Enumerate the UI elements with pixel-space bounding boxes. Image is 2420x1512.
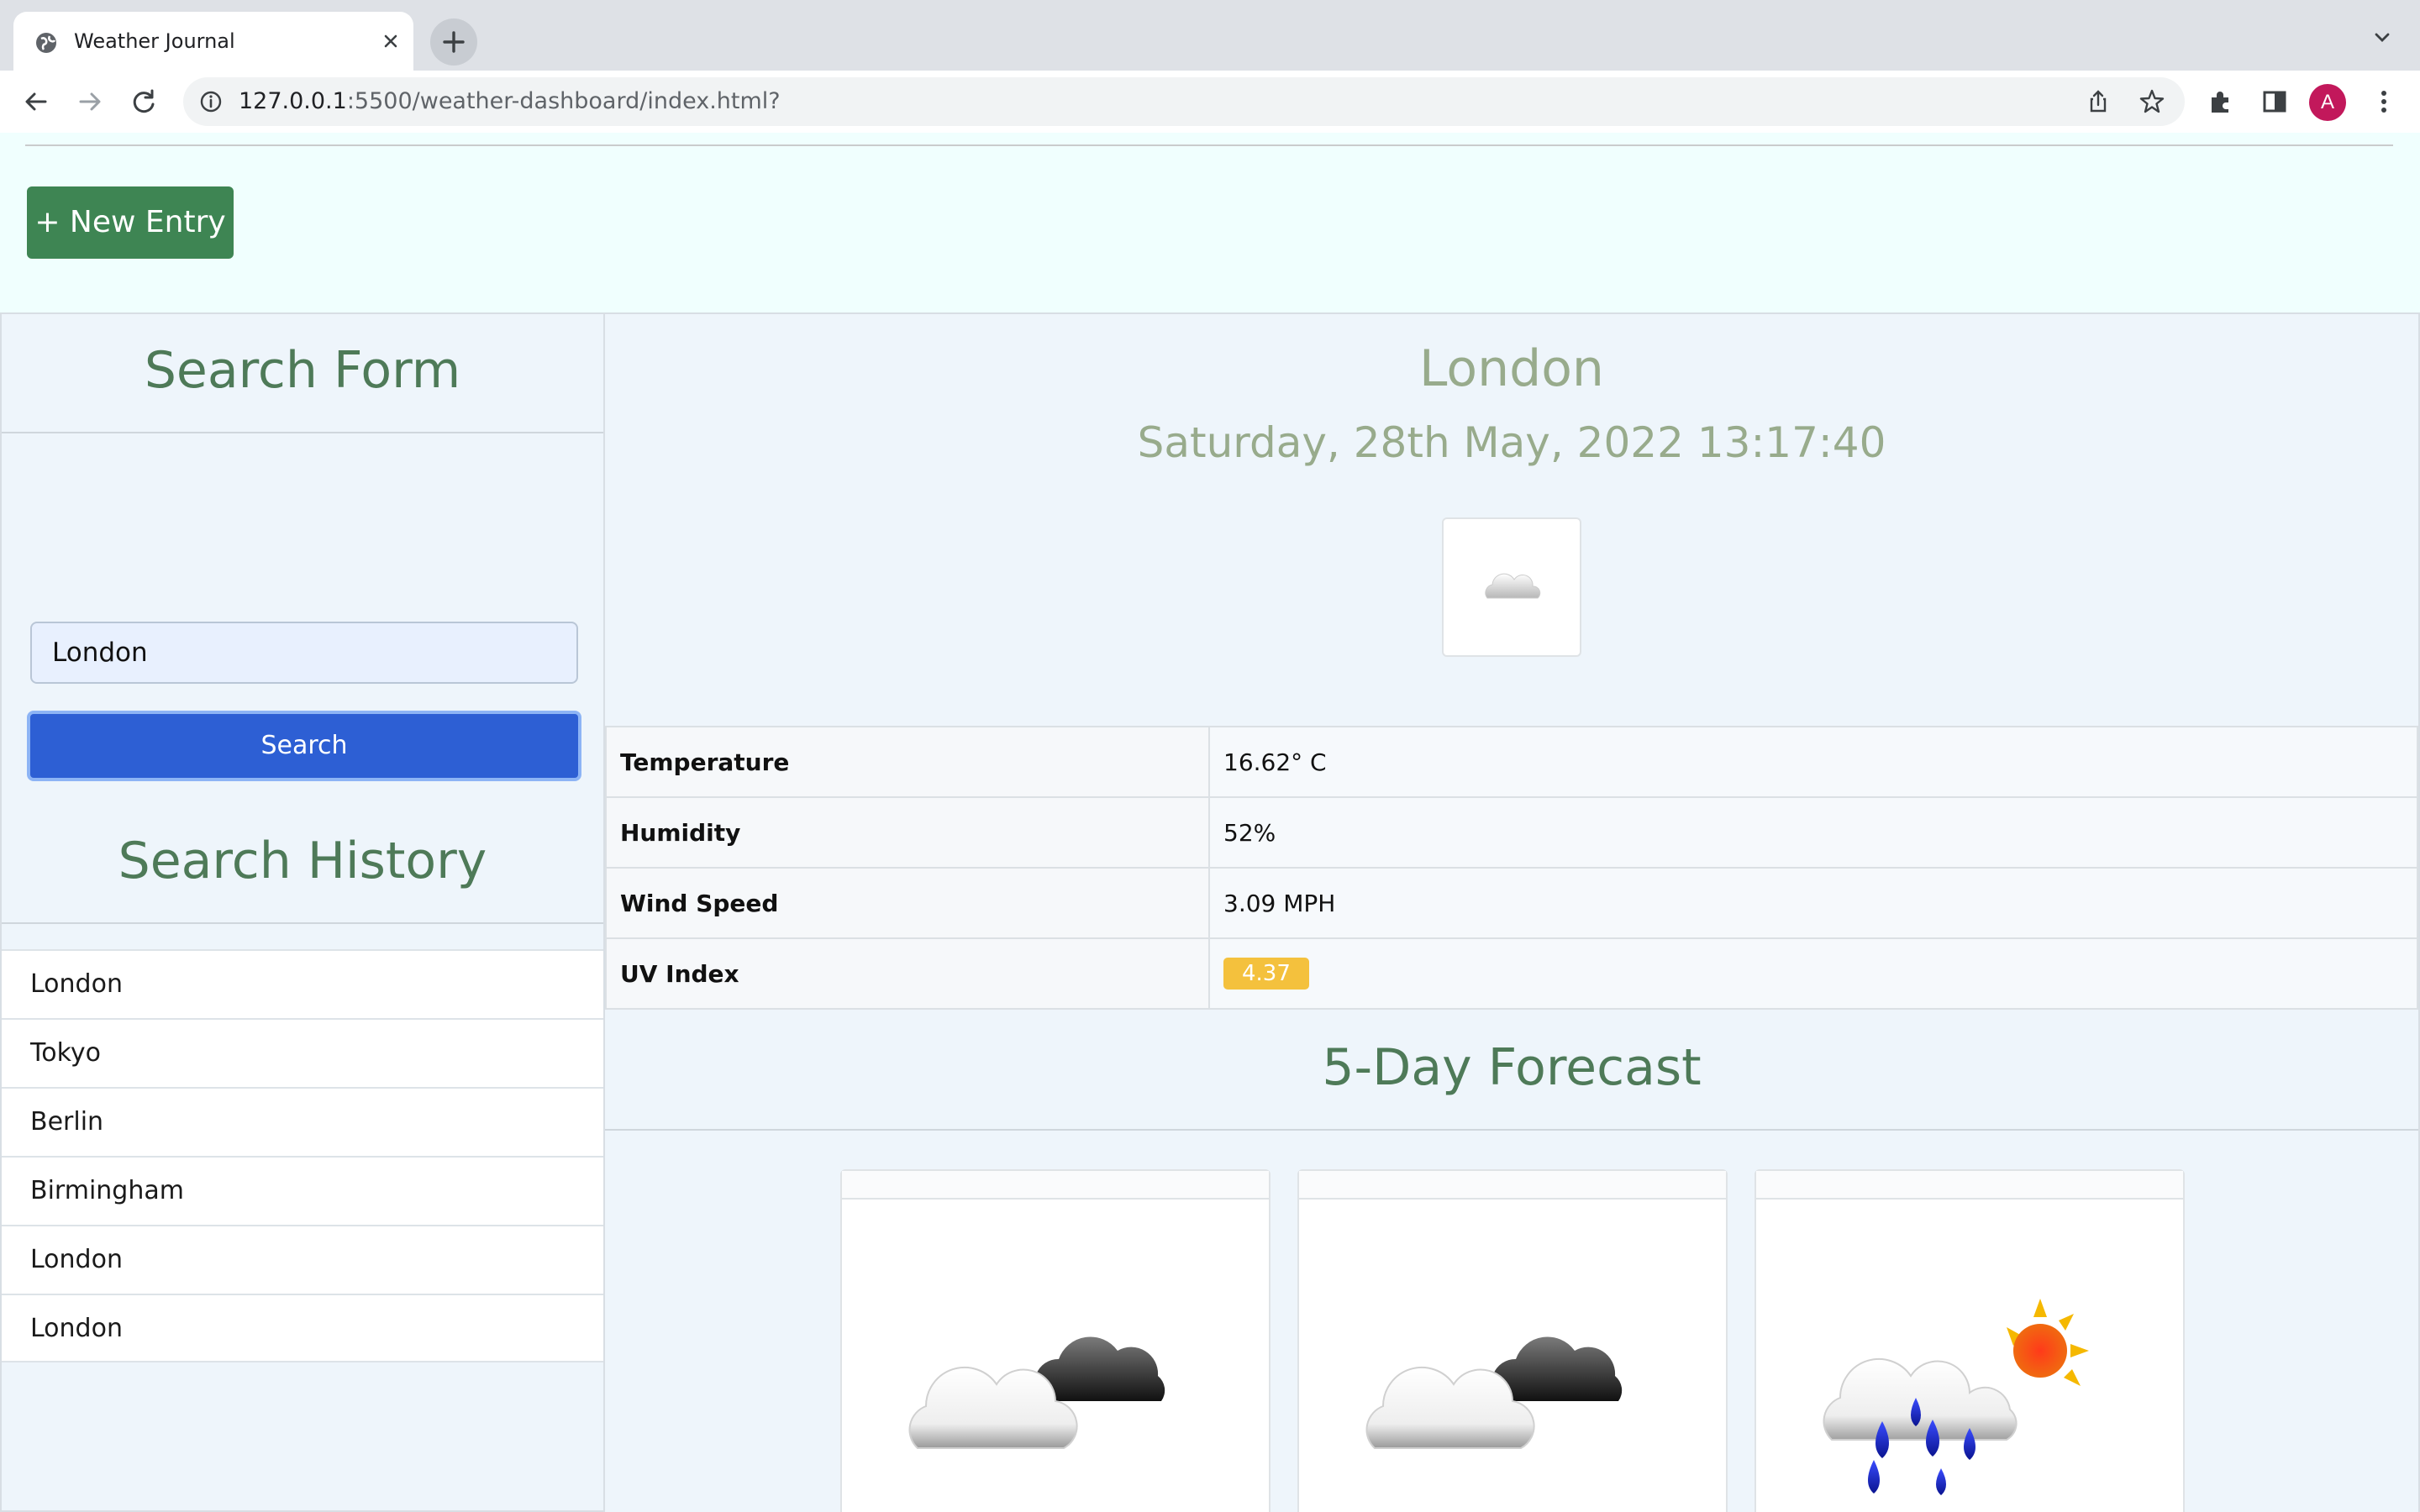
search-history-title: Search History <box>118 832 487 890</box>
more-vert-icon[interactable] <box>2368 86 2400 118</box>
search-form-title: Search Form <box>144 341 461 400</box>
share-icon[interactable] <box>2084 87 2112 116</box>
forecast-card-header <box>842 1171 1269 1200</box>
profile-avatar[interactable]: A <box>2309 84 2346 121</box>
forward-arrow-icon[interactable] <box>74 86 106 118</box>
plus-icon <box>443 31 465 53</box>
table-row: Humidity 52% <box>605 796 2418 869</box>
wind-speed-value: 3.09 MPH <box>1208 867 2418 939</box>
broken-clouds-icon <box>1365 1336 1623 1449</box>
reload-icon[interactable] <box>128 86 160 118</box>
uv-index-cell: 4.37 <box>1208 937 2418 1010</box>
temperature-value: 16.62° C <box>1208 726 2418 798</box>
browser-tab[interactable]: Weather Journal <box>13 12 413 71</box>
url-text: 127.0.0.1:5500/weather-dashboard/index.h… <box>239 87 781 116</box>
divider <box>2 432 603 433</box>
star-icon[interactable] <box>2138 87 2166 116</box>
divider <box>605 1129 2418 1131</box>
humidity-value: 52% <box>1208 796 2418 869</box>
history-item[interactable]: Birmingham <box>2 1156 603 1225</box>
browser-toolbar: 127.0.0.1:5500/weather-dashboard/index.h… <box>0 71 2420 133</box>
forecast-title: 5-Day Forecast <box>1322 1038 1702 1097</box>
rain-sun-icon <box>1823 1299 2089 1495</box>
history-item[interactable]: London <box>2 949 603 1018</box>
table-row: UV Index 4.37 <box>605 937 2418 1010</box>
address-bar[interactable]: 127.0.0.1:5500/weather-dashboard/index.h… <box>183 77 2185 126</box>
search-button[interactable]: Search <box>27 711 581 781</box>
side-panel-icon[interactable] <box>2259 86 2291 118</box>
url-path: :5500/weather-dashboard/index.html? <box>346 88 781 114</box>
temperature-label: Temperature <box>605 726 1210 798</box>
current-datetime: Saturday, 28th May, 2022 13:17:40 <box>1137 418 1886 467</box>
forecast-card <box>840 1169 1270 1512</box>
new-entry-button[interactable]: + New Entry <box>27 186 234 259</box>
uv-index-label: UV Index <box>605 937 1210 1010</box>
forecast-card <box>1754 1169 2185 1512</box>
city-name: London <box>1419 339 1604 398</box>
current-weather-icon-box <box>1442 517 1581 657</box>
history-item[interactable]: Berlin <box>2 1087 603 1156</box>
extensions-icon[interactable] <box>2205 86 2237 118</box>
back-arrow-icon[interactable] <box>20 86 52 118</box>
forecast-card-header <box>1299 1171 1726 1200</box>
search-panel: Search Form London Search Search History… <box>0 312 605 1512</box>
tab-title: Weather Journal <box>74 29 235 53</box>
cloud-icon <box>1485 573 1541 599</box>
wind-speed-label: Wind Speed <box>605 867 1210 939</box>
broken-clouds-icon <box>908 1336 1165 1449</box>
table-row: Wind Speed 3.09 MPH <box>605 867 2418 939</box>
divider <box>2 922 603 924</box>
table-row: Temperature 16.62° C <box>605 726 2418 798</box>
search-history-list: London Tokyo Berlin Birmingham London Lo… <box>2 949 603 1362</box>
history-item[interactable]: London <box>2 1294 603 1362</box>
uv-index-badge: 4.37 <box>1223 958 1309 990</box>
forecast-card <box>1297 1169 1728 1512</box>
globe-icon <box>36 33 56 53</box>
history-item[interactable]: London <box>2 1225 603 1294</box>
forecast-card-header <box>1756 1171 2183 1200</box>
browser-tabstrip: Weather Journal <box>0 0 2420 71</box>
page-content: + New Entry Search Form London Search Se… <box>0 133 2420 1512</box>
history-item[interactable]: Tokyo <box>2 1018 603 1087</box>
chevron-down-icon[interactable] <box>2370 25 2395 50</box>
current-conditions-table: Temperature 16.62° C Humidity 52% Wind S… <box>605 726 2418 1010</box>
weather-panel: London Saturday, 28th May, 2022 13:17:40… <box>605 312 2420 1512</box>
url-host: 127.0.0.1 <box>239 88 347 114</box>
header-divider <box>25 144 2393 146</box>
info-icon[interactable] <box>198 89 224 114</box>
close-icon[interactable] <box>378 29 403 54</box>
humidity-label: Humidity <box>605 796 1210 869</box>
new-tab-button[interactable] <box>430 18 477 66</box>
city-search-input[interactable]: London <box>30 622 578 684</box>
